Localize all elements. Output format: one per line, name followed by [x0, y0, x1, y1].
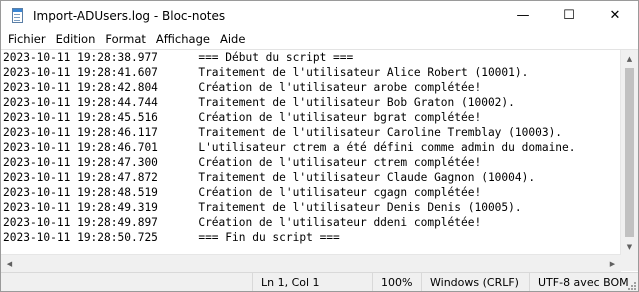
- text-line: 2023-10-11 19:28:41.607 Traitement de l'…: [3, 66, 529, 79]
- cursor-position: Ln 1, Col 1: [252, 273, 372, 291]
- notepad-icon: [11, 7, 25, 24]
- text-line: 2023-10-11 19:28:45.516 Création de l'ut…: [3, 111, 482, 124]
- zoom-level: 100%: [372, 273, 421, 291]
- text-line: 2023-10-11 19:28:47.300 Création de l'ut…: [3, 156, 482, 169]
- title-bar[interactable]: Import-ADUsers.log - Bloc-notes — ☐ ✕: [1, 1, 638, 30]
- encoding: UTF-8 avec BOM: [529, 273, 638, 291]
- text-line: 2023-10-11 19:28:42.804 Création de l'ut…: [3, 81, 482, 94]
- window-title: Import-ADUsers.log - Bloc-notes: [33, 8, 226, 23]
- vertical-scrollbar[interactable]: ▲ ▼: [620, 50, 638, 255]
- close-button[interactable]: ✕: [592, 1, 638, 30]
- menu-bar: Fichier Edition Format Affichage Aide: [1, 30, 638, 48]
- menu-affichage[interactable]: Affichage: [151, 32, 215, 46]
- scroll-down-arrow-icon[interactable]: ▼: [621, 238, 638, 255]
- minimize-button[interactable]: —: [500, 1, 546, 30]
- scrollbar-corner: [621, 254, 638, 271]
- text-line: 2023-10-11 19:28:49.897 Création de l'ut…: [3, 216, 482, 229]
- menu-aide[interactable]: Aide: [215, 32, 250, 46]
- menu-edition[interactable]: Edition: [51, 32, 101, 46]
- text-line: 2023-10-11 19:28:38.977 === Début du scr…: [3, 51, 354, 64]
- notepad-window: Import-ADUsers.log - Bloc-notes — ☐ ✕ Fi…: [0, 0, 639, 292]
- maximize-button[interactable]: ☐: [546, 1, 592, 30]
- text-area[interactable]: 2023-10-11 19:28:38.977 === Début du scr…: [3, 50, 621, 255]
- text-line: 2023-10-11 19:28:50.725 === Fin du scrip…: [3, 231, 340, 244]
- scroll-left-arrow-icon[interactable]: ◀: [1, 255, 18, 272]
- text-line: 2023-10-11 19:28:44.744 Traitement de l'…: [3, 96, 515, 109]
- menu-fichier[interactable]: Fichier: [3, 32, 51, 46]
- status-bar: Ln 1, Col 1 100% Windows (CRLF) UTF-8 av…: [1, 272, 638, 291]
- text-line: 2023-10-11 19:28:46.117 Traitement de l'…: [3, 126, 563, 139]
- text-line: 2023-10-11 19:28:49.319 Traitement de l'…: [3, 201, 522, 214]
- text-line: 2023-10-11 19:28:46.701 L'utilisateur ct…: [3, 141, 576, 154]
- line-ending: Windows (CRLF): [421, 273, 529, 291]
- scroll-up-arrow-icon[interactable]: ▲: [621, 50, 638, 67]
- text-line: 2023-10-11 19:28:47.872 Traitement de l'…: [3, 171, 536, 184]
- resize-grip-icon[interactable]: [627, 281, 636, 290]
- scroll-right-arrow-icon[interactable]: ▶: [604, 255, 621, 272]
- horizontal-scrollbar[interactable]: ◀ ▶: [1, 254, 621, 272]
- editor: 2023-10-11 19:28:38.977 === Début du scr…: [1, 49, 638, 255]
- text-line: 2023-10-11 19:28:48.519 Création de l'ut…: [3, 186, 482, 199]
- menu-format[interactable]: Format: [100, 32, 151, 46]
- vertical-scroll-thumb[interactable]: [625, 68, 634, 237]
